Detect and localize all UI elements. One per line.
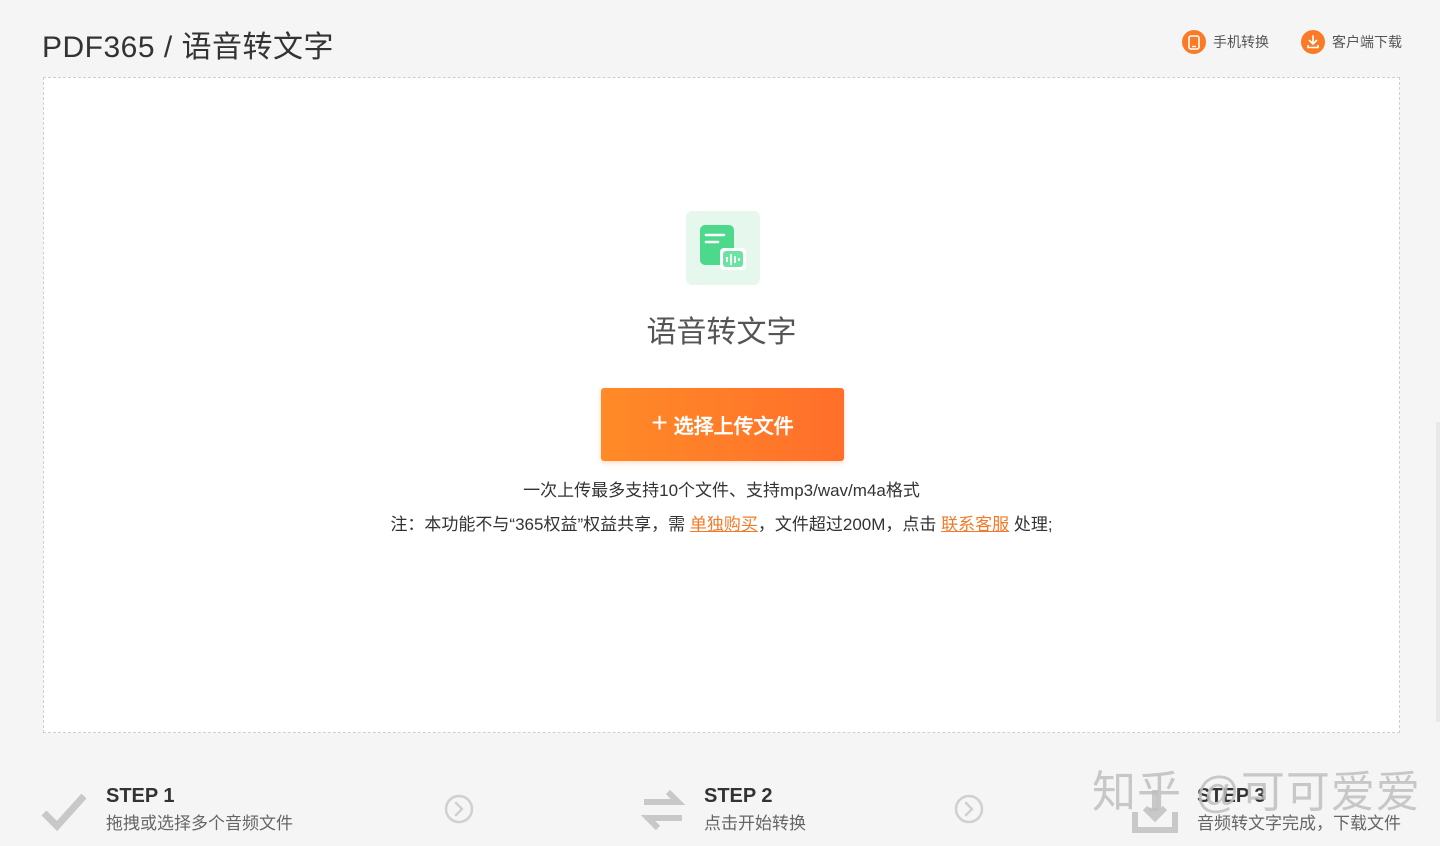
buy-separately-link[interactable]: 单独购买 [690, 515, 758, 534]
chevron-right-circle-icon [953, 793, 985, 825]
note-middle: ，文件超过200M，点击 [757, 515, 942, 534]
select-upload-file-button[interactable]: + 选择上传文件 [601, 388, 844, 461]
side-scroll-tab[interactable] [1436, 422, 1440, 722]
note-prefix: 注：本功能不与“365权益”权益共享，需 [390, 515, 690, 534]
step-2-label: STEP 2 [704, 785, 773, 807]
top-actions: 手机转换 客户端下载 [1182, 30, 1402, 54]
mobile-convert-link[interactable]: 手机转换 [1182, 30, 1269, 54]
plus-icon: + [651, 407, 668, 438]
upload-button-label: 选择上传文件 [673, 416, 794, 438]
step-2: STEP 2 点击开始转换 [638, 782, 806, 838]
phone-icon [1182, 30, 1206, 54]
upload-drop-zone[interactable]: 语音转文字 + 选择上传文件 一次上传最多支持10个文件、支持mp3/wav/m… [43, 77, 1400, 733]
swap-arrows-icon [638, 786, 688, 836]
step-1-desc: 拖拽或选择多个音频文件 [106, 814, 293, 833]
mobile-convert-label: 手机转换 [1213, 34, 1269, 50]
download-icon [1301, 30, 1325, 54]
note-suffix: 处理; [1009, 515, 1053, 534]
upload-hint: 一次上传最多支持10个文件、支持mp3/wav/m4a格式 [523, 481, 920, 500]
chevron-right-circle-icon [443, 793, 475, 825]
page-title: PDF365 / 语音转文字 [42, 31, 335, 64]
client-download-label: 客户端下载 [1332, 34, 1402, 50]
audio-document-icon [686, 211, 760, 285]
feature-title: 语音转文字 [646, 316, 797, 349]
watermark: 知乎 @可可爱爱 [1092, 768, 1421, 817]
contact-support-link[interactable]: 联系客服 [941, 515, 1009, 534]
upload-note: 注：本功能不与“365权益”权益共享，需 单独购买，文件超过200M，点击 联系… [44, 510, 1399, 535]
step-1-label: STEP 1 [106, 785, 175, 807]
step-2-desc: 点击开始转换 [704, 814, 806, 833]
checkmark-icon [40, 786, 90, 836]
client-download-link[interactable]: 客户端下载 [1301, 30, 1402, 54]
step-1: STEP 1 拖拽或选择多个音频文件 [40, 782, 293, 838]
